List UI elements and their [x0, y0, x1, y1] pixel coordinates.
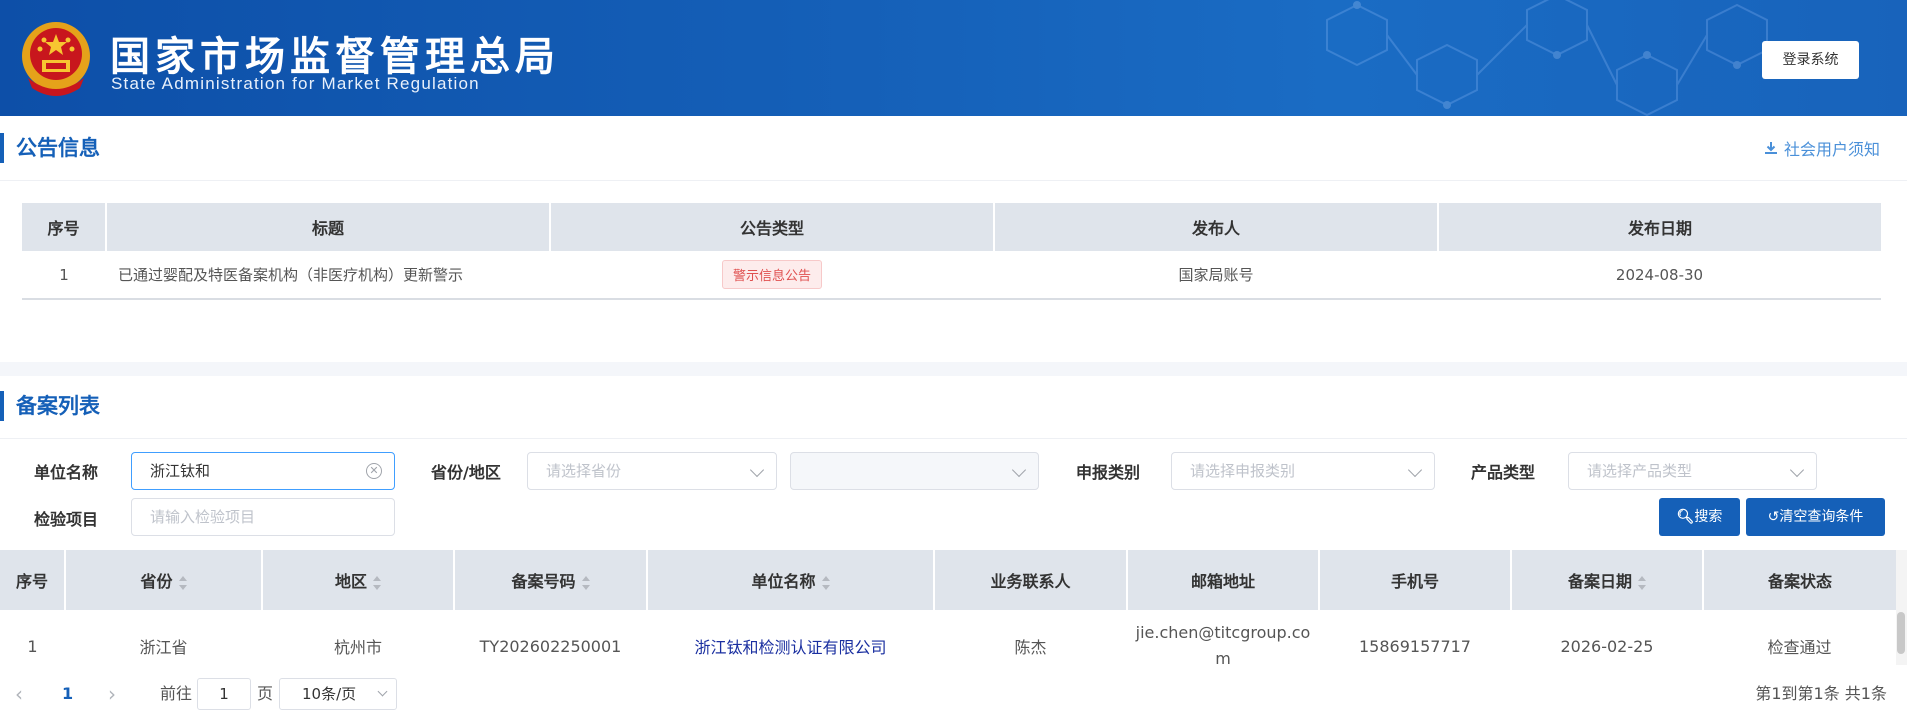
goto-suffix: 页 [257, 684, 274, 703]
col-header-no: 序号 [22, 203, 107, 251]
declare-category-select[interactable]: 请选择申报类别 [1171, 452, 1435, 490]
national-emblem-logo [22, 22, 90, 96]
unit-name-value: 浙江钛和 [150, 462, 211, 480]
col-header-no: 序号 [0, 550, 66, 610]
prev-page-icon[interactable]: ‹ [15, 665, 23, 723]
declare-category-label: 申报类别 [1076, 463, 1141, 482]
user-notice-label: 社会用户须知 [1783, 140, 1880, 159]
chevron-down-icon [377, 686, 388, 697]
email-line: jie.chen@titcgroup.co [1135, 623, 1311, 642]
inspection-item-placeholder: 请输入检验项目 [150, 508, 256, 526]
search-button-label: 搜索 [1694, 509, 1723, 525]
next-page-icon[interactable]: › [108, 665, 116, 723]
site-header: 国家市场监督管理总局 State Administration for Mark… [0, 0, 1907, 116]
agency-title-en: State Administration for Market Regulati… [111, 74, 480, 93]
col-header-email: 邮箱地址 [1127, 550, 1320, 610]
announcement-header-row: 序号 标题 公告类型 发布人 发布日期 [22, 203, 1881, 251]
search-button[interactable]: 🔍︎搜索 [1659, 498, 1740, 536]
section-separator [0, 362, 1907, 376]
sort-icon[interactable] [581, 575, 590, 590]
cell-publisher: 国家局账号 [994, 251, 1438, 300]
col-header-province[interactable]: 省份 [65, 550, 263, 610]
product-type-placeholder: 请选择产品类型 [1587, 462, 1693, 480]
col-header-phone: 手机号 [1319, 550, 1512, 610]
col-header-contact: 业务联系人 [934, 550, 1128, 610]
unit-name-label: 单位名称 [34, 463, 99, 482]
chevron-down-icon [1011, 462, 1027, 478]
declare-category-placeholder: 请选择申报类别 [1190, 462, 1296, 480]
section-divider [0, 438, 1907, 439]
section-divider [0, 180, 1907, 181]
col-header-date: 发布日期 [1438, 203, 1881, 251]
records-header-row: 序号 省份 地区 备案号码 单位名称 业务联系人 邮箱地址 手机号 备案日期 备… [0, 550, 1896, 610]
search-icon: 🔍︎ [1676, 509, 1695, 525]
col-header-publisher: 发布人 [994, 203, 1439, 251]
records-section-title: 备案列表 [0, 391, 100, 421]
col-header-status: 备案状态 [1703, 550, 1896, 610]
col-header-type: 公告类型 [550, 203, 995, 251]
sort-icon[interactable] [373, 575, 381, 590]
col-header-record-date[interactable]: 备案日期 [1511, 550, 1704, 610]
inspection-item-label: 检验项目 [34, 510, 99, 529]
page-size-value: 10条/页 [302, 685, 357, 703]
inspection-item-input[interactable]: 请输入检验项目 [131, 498, 395, 536]
pagination-summary: 第1到第1条 共1条 [1755, 684, 1887, 703]
sort-icon[interactable] [1638, 575, 1646, 590]
clear-input-icon[interactable]: ✕ [366, 463, 382, 479]
announcement-type-badge: 警示信息公告 [721, 260, 822, 289]
product-type-label: 产品类型 [1471, 463, 1536, 482]
province-placeholder: 请选择省份 [546, 462, 622, 480]
reset-icon: ↺ [1767, 509, 1780, 525]
province-region-label: 省份/地区 [431, 463, 501, 482]
records-table: 序号 省份 地区 备案号码 单位名称 业务联系人 邮箱地址 手机号 备案日期 备… [0, 550, 1896, 682]
hexagon-pattern-decoration [1326, 0, 1768, 116]
province-select[interactable]: 请选择省份 [527, 452, 777, 490]
announcement-section-title: 公告信息 [0, 133, 100, 163]
chevron-down-icon [1789, 462, 1805, 478]
chevron-down-icon [1407, 462, 1423, 478]
pagination: ‹ 1 › 前往 1 页 10条/页 第1到第1条 共1条 [0, 665, 1907, 723]
col-header-title: 标题 [106, 203, 551, 251]
page-size-select[interactable]: 10条/页 [279, 678, 397, 710]
announcement-table: 序号 标题 公告类型 发布人 发布日期 1 已通过婴配及特医备案机构（非医疗机构… [22, 203, 1881, 300]
goto-prefix: 前往 [160, 684, 193, 703]
region-select[interactable] [790, 452, 1039, 490]
col-header-region[interactable]: 地区 [262, 550, 455, 610]
cell-no: 1 [22, 251, 106, 300]
login-button[interactable]: 登录系统 [1762, 41, 1859, 79]
cell-title[interactable]: 已通过婴配及特医备案机构（非医疗机构）更新警示 [106, 251, 550, 300]
page-number[interactable]: 1 [62, 665, 73, 723]
product-type-select[interactable]: 请选择产品类型 [1568, 452, 1817, 490]
table-scrollbar-thumb[interactable] [1897, 612, 1905, 654]
table-row[interactable]: 1 已通过婴配及特医备案机构（非医疗机构）更新警示 警示信息公告 国家局账号 2… [22, 251, 1881, 300]
cell-date: 2024-08-30 [1438, 251, 1881, 300]
user-notice-link[interactable]: 社会用户须知 [1764, 136, 1880, 160]
sort-icon[interactable] [178, 575, 187, 590]
chevron-down-icon [749, 462, 765, 478]
col-header-record-no[interactable]: 备案号码 [454, 550, 648, 610]
goto-page-input[interactable]: 1 [197, 678, 251, 710]
download-icon [1764, 142, 1777, 154]
col-header-unit[interactable]: 单位名称 [647, 550, 935, 610]
sort-icon[interactable] [821, 575, 830, 590]
cell-type: 警示信息公告 [550, 251, 994, 300]
unit-name-input[interactable]: 浙江钛和 ✕ [131, 452, 395, 490]
clear-conditions-button[interactable]: ↺清空查询条件 [1746, 498, 1885, 536]
clear-conditions-label: 清空查询条件 [1779, 509, 1864, 525]
